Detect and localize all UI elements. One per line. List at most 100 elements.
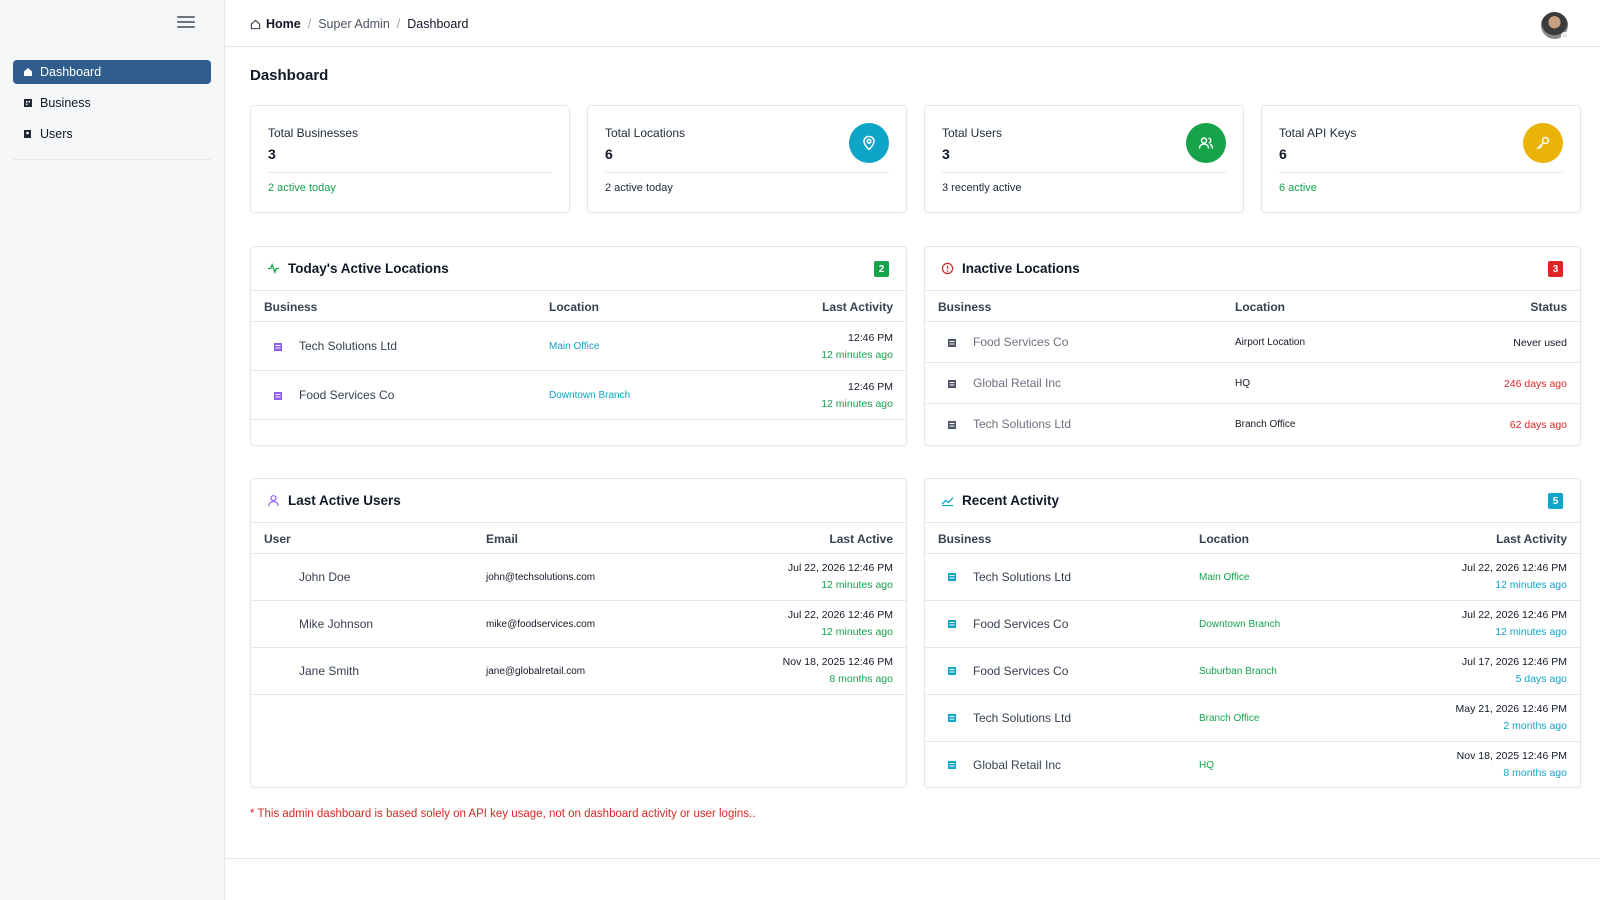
stat-card-businesses: Total Businesses 3 2 active today (250, 105, 570, 213)
users-icon (23, 129, 33, 139)
breadcrumb: Home / Super Admin / Dashboard (250, 17, 468, 31)
column-header: Location (549, 300, 599, 314)
table-header: Business Location Last Activity (251, 291, 906, 322)
location-link[interactable]: HQ (1199, 760, 1214, 771)
breadcrumb-separator: / (396, 17, 401, 31)
activity-ago: 12 minutes ago (1495, 579, 1567, 591)
divider (268, 172, 552, 173)
table-header: Business Location Status (925, 291, 1580, 322)
panel-header: Recent Activity 5 (925, 479, 1580, 523)
building-icon (948, 380, 956, 388)
location-link[interactable]: Main Office (1199, 572, 1249, 583)
activity-time: 12:46 PM (848, 381, 893, 393)
panel-title: Inactive Locations (962, 261, 1080, 276)
avatar[interactable] (1541, 12, 1568, 39)
building-icon (948, 714, 956, 722)
count-badge: 5 (1548, 493, 1563, 509)
table-row[interactable]: John Doe john@techsolutions.com Jul 22, … (251, 554, 906, 601)
activity-ago: 8 months ago (1503, 767, 1567, 779)
count-badge: 3 (1548, 261, 1563, 277)
building-icon (23, 98, 33, 108)
location-name: Branch Office (1235, 419, 1296, 430)
stat-value: 3 (268, 146, 276, 162)
last-users-panel: Last Active Users User Email Last Active… (250, 478, 907, 788)
table-row[interactable]: Jane Smith jane@globalretail.com Nov 18,… (251, 648, 906, 695)
location-link[interactable]: Branch Office (1199, 713, 1259, 724)
business-name: Food Services Co (299, 388, 395, 402)
sidebar-item-label: Dashboard (40, 65, 102, 79)
column-header: Business (938, 300, 992, 314)
stat-label: Total Businesses (268, 126, 359, 140)
sidebar-item-business[interactable]: Business (13, 91, 211, 115)
business-name: Tech Solutions Ltd (973, 711, 1072, 725)
activity-ago: 12 minutes ago (1495, 626, 1567, 638)
table-row[interactable]: Food Services Co Airport Location Never … (925, 322, 1580, 363)
building-icon (948, 667, 956, 675)
sidebar-item-users[interactable]: Users (13, 122, 211, 146)
stat-label: Total Users (942, 126, 1003, 140)
status-dot (1561, 32, 1568, 39)
home-icon (250, 19, 261, 29)
breadcrumb-home[interactable]: Home (250, 17, 301, 31)
column-header: Email (486, 532, 519, 546)
sidebar-item-dashboard[interactable]: Dashboard (13, 60, 211, 84)
column-header: User (264, 532, 291, 546)
activity-ago: 12 minutes ago (821, 626, 893, 638)
building-icon (948, 761, 956, 769)
column-header: Business (264, 300, 318, 314)
divider (942, 172, 1226, 173)
trending-icon (941, 497, 954, 507)
sidebar-nav: Dashboard Business Users (13, 60, 211, 153)
divider (605, 172, 889, 173)
building-icon (948, 573, 956, 581)
business-name: Food Services Co (973, 335, 1069, 349)
location-link[interactable]: Main Office (549, 341, 599, 352)
active-locations-panel: Today's Active Locations 2 Business Loca… (250, 246, 907, 446)
location-link[interactable]: Downtown Branch (549, 390, 630, 401)
column-header: Status (1530, 300, 1567, 314)
key-icon (1523, 123, 1563, 163)
stat-value: 6 (605, 146, 613, 162)
activity-time: Nov 18, 2025 12:46 PM (1456, 750, 1567, 762)
breadcrumb-super-admin[interactable]: Super Admin (318, 17, 390, 31)
column-header: Last Active (829, 532, 893, 546)
user-name: John Doe (299, 570, 351, 584)
table-row[interactable]: Food Services Co Suburban Branch Jul 17,… (925, 648, 1580, 695)
panel-title: Today's Active Locations (288, 261, 449, 276)
user-icon (268, 495, 279, 507)
divider (1279, 172, 1563, 173)
business-name: Tech Solutions Ltd (973, 570, 1072, 584)
table-row[interactable]: Tech Solutions Ltd Branch Office May 21,… (925, 695, 1580, 742)
sidebar-item-label: Users (40, 127, 73, 141)
activity-ago: 2 months ago (1503, 720, 1567, 732)
table-row[interactable]: Food Services Co Downtown Branch 12:46 P… (251, 371, 906, 420)
column-header: Last Activity (822, 300, 893, 314)
status-text: Never used (1513, 337, 1567, 349)
location-link[interactable]: Downtown Branch (1199, 619, 1280, 630)
column-header: Location (1235, 300, 1285, 314)
table-row[interactable]: Tech Solutions Ltd Branch Office 62 days… (925, 404, 1580, 445)
table-row[interactable]: Food Services Co Downtown Branch Jul 22,… (925, 601, 1580, 648)
page-title: Dashboard (250, 67, 329, 84)
activity-time: 12:46 PM (848, 332, 893, 344)
table-row[interactable]: Global Retail Inc HQ 246 days ago (925, 363, 1580, 404)
panel-title: Last Active Users (288, 493, 401, 508)
table-row[interactable]: Global Retail Inc HQ Nov 18, 2025 12:46 … (925, 742, 1580, 787)
sidebar-item-label: Business (40, 96, 91, 110)
panel-header: Today's Active Locations 2 (251, 247, 906, 291)
breadcrumb-separator: / (307, 17, 312, 31)
table-row[interactable]: Tech Solutions Ltd Main Office 12:46 PM … (251, 322, 906, 371)
activity-time: Jul 22, 2026 12:46 PM (787, 609, 893, 621)
disclaimer-note: * This admin dashboard is based solely o… (250, 808, 756, 820)
inactive-locations-panel: Inactive Locations 3 Business Location S… (924, 246, 1581, 446)
menu-toggle-icon[interactable] (177, 16, 195, 30)
user-email: john@techsolutions.com (486, 572, 596, 583)
panel-header: Inactive Locations 3 (925, 247, 1580, 291)
stat-value: 6 (1279, 146, 1287, 162)
location-link[interactable]: Suburban Branch (1199, 666, 1277, 677)
activity-ago: 5 days ago (1515, 673, 1567, 685)
table-row[interactable]: Mike Johnson mike@foodservices.com Jul 2… (251, 601, 906, 648)
stat-card-locations: Total Locations 6 2 active today (587, 105, 907, 213)
table-row[interactable]: Tech Solutions Ltd Main Office Jul 22, 2… (925, 554, 1580, 601)
activity-ago: 12 minutes ago (821, 349, 893, 361)
